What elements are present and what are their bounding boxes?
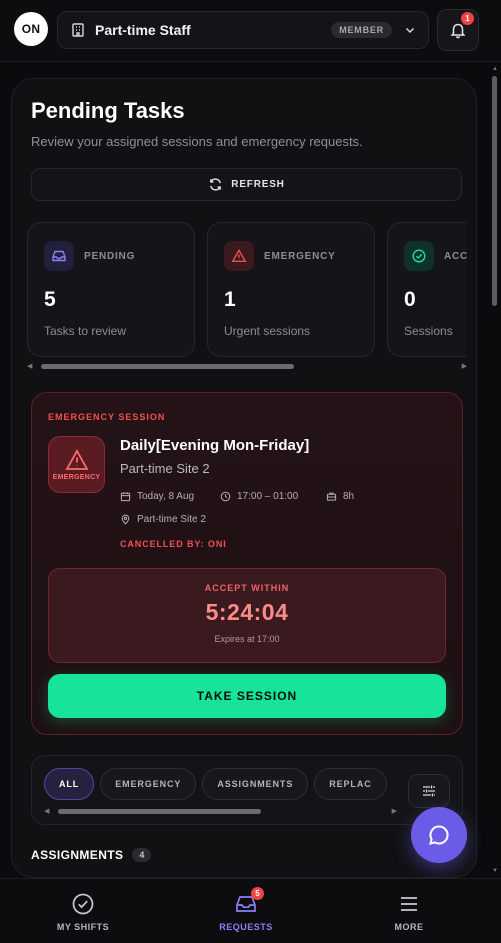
chips-scrollbar[interactable]: ◀ ▶	[44, 807, 397, 815]
session-location: Part-time Site 2	[120, 514, 206, 525]
page-subtitle: Review your assigned sessions and emerge…	[31, 134, 363, 149]
pending-tasks-panel: Pending Tasks Review your assigned sessi…	[11, 78, 477, 878]
stat-label: ACC	[444, 251, 467, 262]
stats-carousel[interactable]: PENDING 5 Tasks to review EMERGENCY 1 Ur…	[27, 222, 467, 358]
session-time: 17:00 – 01:00	[220, 491, 298, 502]
emergency-tag: EMERGENCY SESSION	[48, 412, 166, 422]
page-scrollbar[interactable]: ▲ ▼	[492, 66, 498, 874]
notification-count-badge: 1	[461, 12, 474, 25]
session-location-text: Part-time Site 2	[137, 514, 206, 525]
scroll-left-arrow-icon[interactable]: ◀	[27, 362, 32, 370]
session-time-text: 17:00 – 01:00	[237, 491, 299, 502]
take-session-button[interactable]: TAKE SESSION	[48, 674, 446, 718]
countdown-timer: 5:24:04	[205, 599, 289, 625]
stat-label: EMERGENCY	[264, 251, 336, 262]
session-duration-text: 8h	[343, 491, 355, 502]
stat-caption: Tasks to review	[44, 324, 127, 338]
filter-bar: ALL EMERGENCY ASSIGNMENTS REPLAC ◀ ▶	[31, 755, 463, 825]
session-title: Daily[Evening Mon-Friday]	[120, 437, 310, 454]
org-name: Part-time Staff	[95, 22, 191, 38]
scroll-down-arrow-icon[interactable]: ▼	[492, 868, 498, 874]
expires-text: Expires at 17:00	[214, 634, 280, 644]
filter-chips: ALL EMERGENCY ASSIGNMENTS REPLAC	[44, 768, 397, 802]
stat-caption: Urgent sessions	[224, 324, 311, 338]
stat-card-emergency[interactable]: EMERGENCY 1 Urgent sessions	[207, 222, 375, 357]
filter-chip-emergency[interactable]: EMERGENCY	[100, 768, 197, 800]
nav-requests[interactable]: 5 REQUESTS	[186, 887, 306, 932]
warning-icon	[224, 241, 254, 271]
notifications-button[interactable]: 1	[437, 9, 479, 51]
menu-icon	[349, 891, 469, 917]
chat-button[interactable]	[411, 807, 467, 863]
nav-more[interactable]: MORE	[349, 891, 469, 932]
stat-card-accepted[interactable]: ACC 0 Sessions	[387, 222, 467, 357]
assignments-count-badge: 4	[132, 848, 152, 862]
session-date-text: Today, 8 Aug	[137, 491, 195, 502]
session-duration: 8h	[326, 491, 354, 502]
calendar-icon	[120, 491, 137, 502]
map-pin-icon	[120, 514, 137, 525]
sliders-icon	[421, 783, 437, 799]
chat-bubble-icon	[427, 823, 451, 847]
stat-value: 1	[224, 288, 236, 311]
briefcase-icon	[326, 491, 343, 502]
nav-my-shifts[interactable]: MY SHIFTS	[23, 891, 143, 932]
role-badge: MEMBER	[331, 22, 392, 38]
emergency-session-card: EMERGENCY SESSION EMERGENCY Daily[Evenin…	[31, 392, 463, 735]
refresh-button[interactable]: REFRESH	[31, 168, 462, 201]
filter-chip-assignments[interactable]: ASSIGNMENTS	[202, 768, 309, 800]
nav-label: REQUESTS	[219, 922, 273, 932]
session-site: Part-time Site 2	[120, 461, 210, 476]
assignments-heading: ASSIGNMENTS	[31, 848, 124, 862]
building-icon	[70, 22, 86, 38]
scroll-up-arrow-icon[interactable]: ▲	[492, 66, 498, 72]
requests-count-badge: 5	[251, 887, 264, 900]
stat-card-pending[interactable]: PENDING 5 Tasks to review	[27, 222, 195, 357]
cancelled-by-label: CANCELLED BY: ONI	[120, 539, 227, 549]
stat-label: PENDING	[84, 251, 136, 262]
nav-label: MORE	[394, 922, 424, 932]
stats-scrollbar[interactable]: ◀ ▶	[27, 361, 467, 371]
refresh-label: REFRESH	[231, 179, 285, 190]
accept-within-label: ACCEPT WITHIN	[204, 583, 290, 593]
check-circle-icon	[23, 891, 143, 917]
filter-chip-all[interactable]: ALL	[44, 768, 95, 800]
inbox-icon	[44, 241, 74, 271]
scroll-right-arrow-icon[interactable]: ▶	[392, 807, 397, 815]
filter-settings-button[interactable]	[408, 774, 450, 808]
refresh-icon	[208, 177, 223, 192]
stat-value: 0	[404, 288, 416, 311]
org-switcher[interactable]: Part-time Staff MEMBER	[57, 11, 429, 49]
nav-label: MY SHIFTS	[56, 922, 110, 932]
page-title: Pending Tasks	[31, 98, 185, 123]
emergency-icon-text: EMERGENCY	[52, 473, 101, 481]
avatar[interactable]: ON	[14, 12, 48, 46]
stat-value: 5	[44, 288, 56, 311]
session-date: Today, 8 Aug	[120, 491, 194, 502]
top-bar: ON Part-time Staff MEMBER 1	[0, 0, 501, 62]
accept-countdown: ACCEPT WITHIN 5:24:04 Expires at 17:00	[48, 568, 446, 663]
scrollbar-thumb[interactable]	[492, 76, 497, 306]
chevron-down-icon	[404, 24, 416, 36]
check-circle-icon	[404, 241, 434, 271]
bottom-nav: MY SHIFTS 5 REQUESTS MORE	[0, 878, 501, 943]
filter-chip-replacements[interactable]: REPLAC	[314, 768, 387, 800]
scroll-left-arrow-icon[interactable]: ◀	[44, 807, 49, 815]
scrollbar-thumb[interactable]	[41, 364, 294, 369]
emergency-session-icon: EMERGENCY	[48, 436, 105, 493]
inbox-icon: 5	[186, 887, 306, 917]
scroll-right-arrow-icon[interactable]: ▶	[462, 362, 467, 370]
scrollbar-thumb[interactable]	[58, 809, 261, 814]
assignments-header: ASSIGNMENTS 4	[31, 848, 152, 862]
clock-icon	[220, 491, 237, 502]
stat-caption: Sessions	[404, 324, 453, 338]
warning-icon	[64, 448, 89, 471]
